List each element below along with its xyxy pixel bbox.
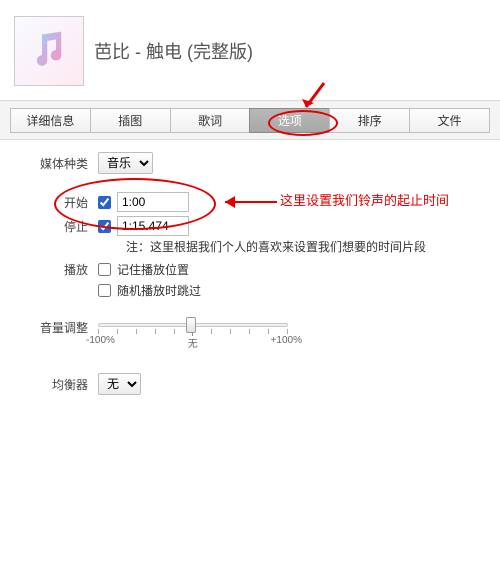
song-artwork [14, 16, 84, 86]
volume-min-label: -100% [86, 335, 115, 350]
tab-file[interactable]: 文件 [409, 108, 490, 133]
annotation-time-tip: 这里设置我们铃声的起止时间 [280, 190, 449, 209]
song-info-header: 芭比 - 触电 (完整版) [0, 0, 500, 101]
media-type-label: 媒体种类 [10, 155, 98, 172]
start-checkbox[interactable] [98, 196, 111, 209]
volume-slider-thumb[interactable] [186, 317, 196, 333]
skip-shuffle-label: 随机播放时跳过 [117, 282, 201, 299]
skip-shuffle-checkbox[interactable] [98, 284, 111, 297]
tab-sorting[interactable]: 排序 [329, 108, 409, 133]
music-note-icon [28, 29, 70, 74]
remember-position-label: 记住播放位置 [117, 261, 189, 278]
tab-lyrics[interactable]: 歌词 [170, 108, 250, 133]
volume-slider[interactable]: -100% 无 +100% [98, 315, 288, 351]
annotation-arrow-left-icon [215, 192, 279, 215]
equalizer-select[interactable]: 无 [98, 373, 141, 395]
stop-checkbox[interactable] [98, 220, 111, 233]
tabs-bar: 详细信息 插图 歌词 选项 排序 文件 [0, 101, 500, 140]
stop-time-input[interactable] [117, 216, 189, 236]
volume-mid-label: 无 [188, 335, 198, 350]
volume-max-label: +100% [271, 335, 302, 350]
equalizer-label: 均衡器 [10, 376, 98, 393]
tab-details[interactable]: 详细信息 [10, 108, 90, 133]
song-title: 芭比 - 触电 (完整版) [94, 38, 253, 64]
stop-label: 停止 [10, 218, 98, 235]
annotation-arrow-down-icon [292, 79, 332, 122]
volume-label: 音量调整 [10, 315, 98, 336]
tab-artwork[interactable]: 插图 [90, 108, 170, 133]
media-type-select[interactable]: 音乐 [98, 152, 153, 174]
start-label: 开始 [10, 194, 98, 211]
remember-position-checkbox[interactable] [98, 263, 111, 276]
start-time-input[interactable] [117, 192, 189, 212]
time-segment-note: 注：这里根据我们个人的喜欢来设置我们想要的时间片段 [126, 238, 490, 255]
playback-label: 播放 [10, 261, 98, 278]
